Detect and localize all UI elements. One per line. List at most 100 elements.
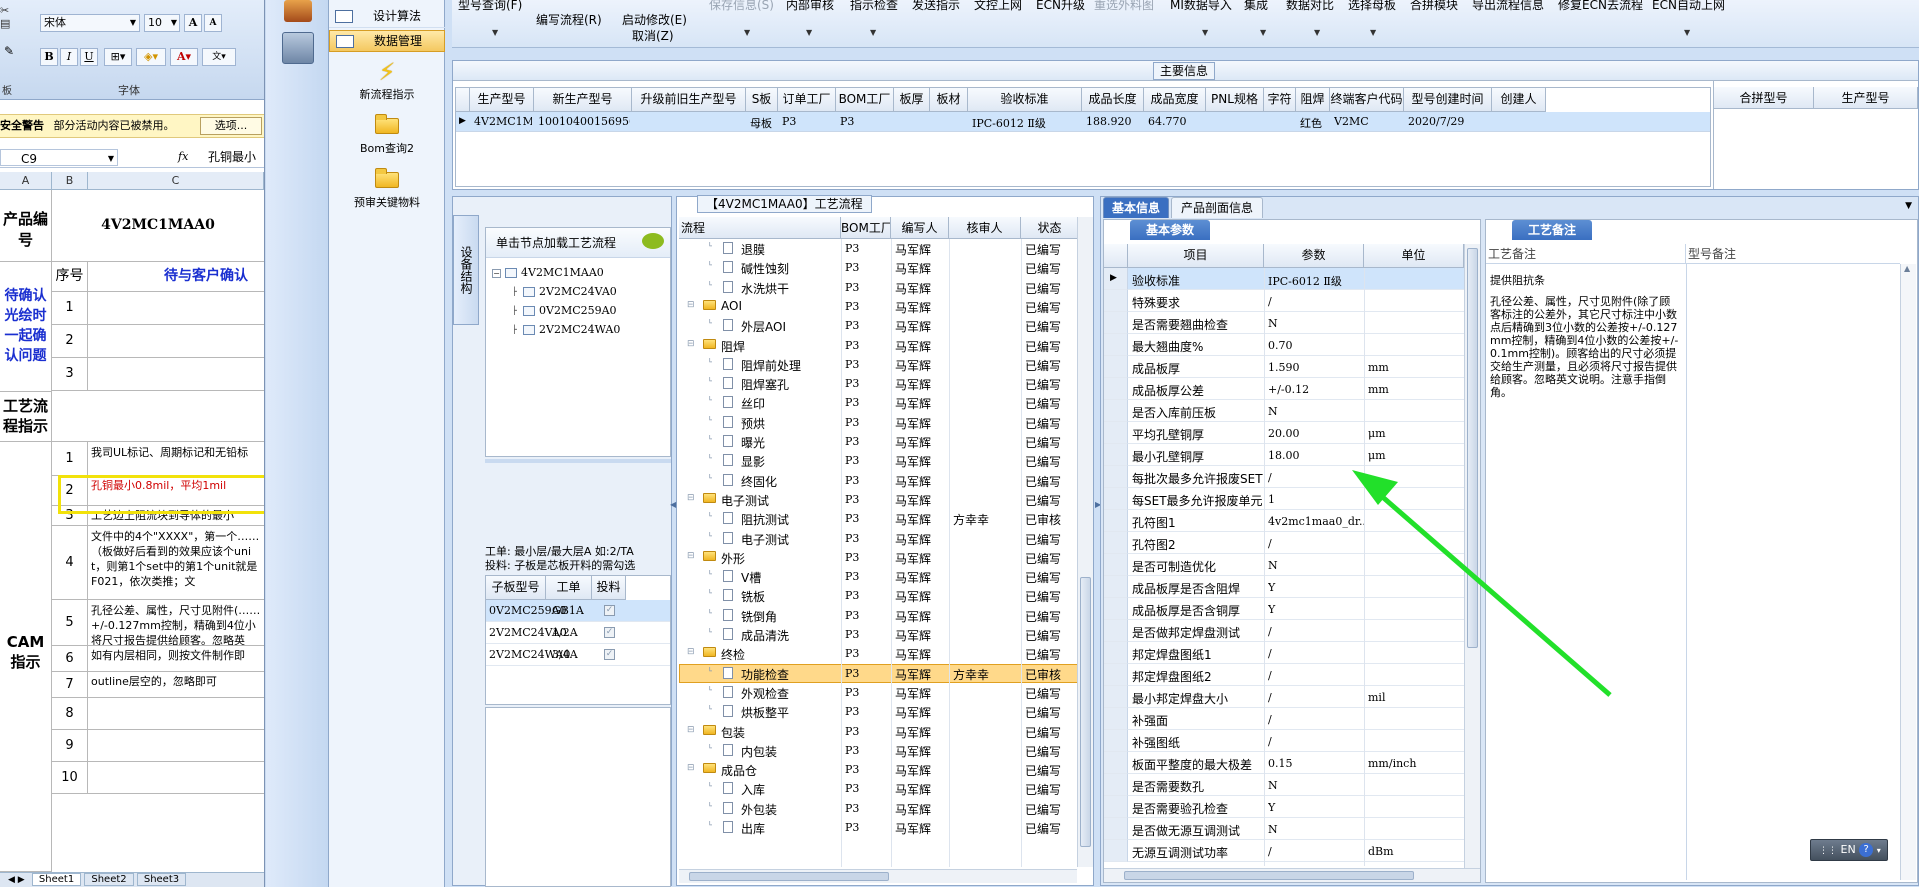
flow-step-label[interactable]: 功能检查 [741, 666, 789, 683]
table-cell[interactable]: P3 [845, 416, 859, 429]
table-row[interactable] [679, 606, 1079, 625]
chat-bubble-icon[interactable] [642, 233, 664, 249]
column-header[interactable]: 生产型号 [470, 88, 534, 112]
status-cell[interactable]: 已编写 [1025, 395, 1079, 412]
toolbar-button-internal-review[interactable]: 内部审核 [786, 0, 834, 13]
table-cell[interactable]: P3 [845, 242, 859, 255]
row-number-cell[interactable]: 4 [52, 526, 88, 600]
toolbar-button-check[interactable]: 指示检查 [850, 0, 898, 13]
flow-step-label[interactable]: 退膜 [741, 241, 765, 258]
column-header[interactable]: 升级前旧生产型号 [632, 88, 746, 112]
table-cell[interactable]: 马军辉 [895, 299, 931, 316]
row-selector[interactable] [1104, 818, 1128, 840]
cam-instruction-cell[interactable]: 如有内层相同，则按文件制作即 [88, 646, 264, 672]
row-number-cell[interactable]: 2 [52, 325, 88, 358]
flow-step-label[interactable]: 包装 [721, 724, 745, 741]
toolbar-button-cancel[interactable]: 取消(Z) [632, 27, 674, 44]
factory-icon[interactable] [284, 0, 312, 22]
table-row[interactable] [679, 278, 1079, 297]
row-number-cell[interactable]: 3 [52, 358, 88, 391]
table-cell[interactable]: P3 [845, 802, 859, 815]
table-cell[interactable]: P3 [845, 435, 859, 448]
nav-tool-prereview[interactable]: 预审关键物料 [329, 168, 445, 210]
param-value[interactable]: 20.00 [1268, 427, 1364, 440]
param-value[interactable]: 18.00 [1268, 449, 1364, 462]
table-row[interactable] [679, 393, 1079, 412]
toolbar-button-ecn-upgrade[interactable]: ECN升级 [1036, 0, 1085, 13]
table-cell[interactable]: GB1A [552, 604, 584, 617]
sheet-tab[interactable]: Sheet1 [31, 873, 82, 886]
status-cell[interactable]: 已编写 [1025, 434, 1079, 451]
table-cell[interactable]: P3 [845, 377, 859, 390]
row-selector[interactable] [1104, 532, 1128, 554]
tab-basic-info[interactable]: 基本信息 [1103, 197, 1169, 218]
param-label[interactable]: 补强图纸 [1132, 734, 1264, 751]
param-label[interactable]: 成品板厚是否含铜厚 [1132, 602, 1264, 619]
param-unit[interactable]: μm [1368, 427, 1462, 440]
status-cell[interactable]: 已编写 [1025, 318, 1079, 335]
param-label[interactable]: 最小邦定焊盘大小 [1132, 690, 1264, 707]
row-number-cell[interactable]: 8 [52, 698, 88, 730]
param-value[interactable]: / [1268, 537, 1364, 550]
table-row[interactable] [679, 567, 1079, 586]
table-cell[interactable]: P3 [840, 115, 892, 128]
param-label[interactable]: 平均孔壁铜厚 [1132, 426, 1264, 443]
flow-step-label[interactable]: 铣板 [741, 588, 765, 605]
flow-step-label[interactable]: 入库 [741, 781, 765, 798]
flow-step-label[interactable]: 阻焊前处理 [741, 357, 801, 374]
product-label-cell[interactable]: 产品编号 [0, 190, 52, 262]
border-icon[interactable]: ⊞▾ [104, 48, 132, 66]
scrollbar-thumb[interactable] [1467, 248, 1478, 648]
checkbox[interactable]: ✓ [604, 649, 615, 660]
row-number-cell[interactable]: 1 [52, 442, 88, 476]
column-header[interactable]: PNL规格 [1206, 88, 1264, 112]
language-bar[interactable]: ⋮⋮ EN ? ▾ [1810, 839, 1888, 861]
status-cell[interactable]: 已编写 [1025, 415, 1079, 432]
flow-hscrollbar[interactable] [679, 869, 1077, 883]
phonetic-icon[interactable]: 文▾ [202, 48, 236, 66]
flow-step-label[interactable]: 出库 [741, 820, 765, 837]
param-value[interactable]: / [1268, 691, 1364, 704]
row-selector[interactable] [1104, 620, 1128, 642]
font-name-select[interactable]: 宋体 ▼ [40, 14, 140, 32]
table-cell[interactable]: P3 [845, 744, 859, 757]
flow-step-label[interactable]: 丝印 [741, 395, 765, 412]
table-cell[interactable]: P3 [845, 763, 859, 776]
table-cell[interactable]: 马军辉 [895, 453, 931, 470]
row-number-cell[interactable]: 10 [52, 762, 88, 794]
tree-root[interactable]: − 4V2MC1MAA0 [492, 266, 604, 279]
param-label[interactable]: 是否需要翘曲检查 [1132, 316, 1264, 333]
param-label[interactable]: 补强面 [1132, 712, 1264, 729]
param-value[interactable]: N [1268, 823, 1364, 836]
column-header[interactable]: D [264, 172, 265, 190]
toolbar-button-reselect[interactable]: 重选外料图 [1094, 0, 1154, 13]
table-cell[interactable]: P3 [845, 570, 859, 583]
table-cell[interactable]: 马军辉 [895, 241, 931, 258]
status-cell[interactable]: 已编写 [1025, 743, 1079, 760]
param-label[interactable]: 是否做邦定焊盘测试 [1132, 624, 1264, 641]
table-cell[interactable]: 马军辉 [895, 280, 931, 297]
status-cell[interactable]: 已编写 [1025, 781, 1079, 798]
status-cell[interactable]: 已编写 [1025, 569, 1079, 586]
table-cell[interactable]: 马军辉 [895, 801, 931, 818]
status-cell[interactable]: 已编写 [1025, 241, 1079, 258]
tree-line-icon[interactable]: ├ [510, 325, 519, 335]
pending-cell[interactable] [88, 292, 264, 325]
pending-cell[interactable] [88, 325, 264, 358]
flow-step-label[interactable]: 阻焊塞孔 [741, 376, 789, 393]
table-row[interactable] [679, 471, 1079, 490]
status-cell[interactable]: 已编写 [1025, 299, 1079, 316]
row-selector[interactable] [1104, 752, 1128, 774]
table-cell[interactable]: P3 [845, 647, 859, 660]
table-cell[interactable]: 1/2A [552, 626, 578, 639]
table-cell[interactable]: 马军辉 [895, 569, 931, 586]
table-cell[interactable]: 马军辉 [895, 608, 931, 625]
table-row[interactable] [679, 509, 1079, 528]
column-header[interactable]: 字符 [1264, 88, 1296, 112]
process-notes-text[interactable]: 提供阻抗条 孔径公差、属性，尺寸见附件(除了顾客标注的公差外，其它尺寸标注中小数… [1490, 274, 1680, 399]
italic-button[interactable]: I [60, 48, 78, 66]
basic-hscrollbar[interactable] [1104, 868, 1480, 882]
param-value[interactable]: / [1268, 647, 1364, 660]
row-number-cell[interactable]: 7 [52, 672, 88, 698]
flow-step-label[interactable]: 碱性蚀刻 [741, 260, 789, 277]
